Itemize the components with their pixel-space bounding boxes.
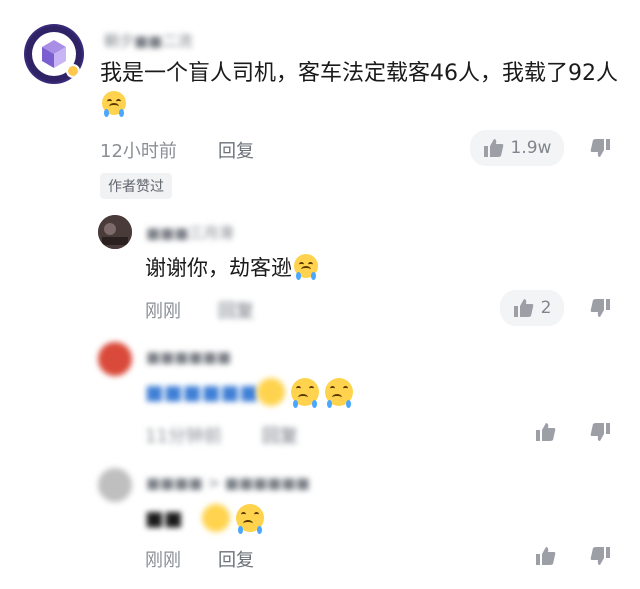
comment-body: 我是一个盲人司机，客车法定载客46人，我载了92人 <box>100 61 618 86</box>
thumbs-down-icon <box>590 423 610 441</box>
comment-body: 谢谢你，劫客逊 <box>145 256 292 280</box>
crying-emoji-icon <box>102 90 126 117</box>
timestamp: 11分钟前 <box>145 426 222 447</box>
dislike-button[interactable] <box>584 292 616 324</box>
username[interactable]: ■■■■ > ■■■■■■ <box>146 474 310 492</box>
crying-emoji-icon <box>236 504 264 534</box>
avatar[interactable] <box>98 468 132 502</box>
reply-button[interactable]: 回复 <box>218 297 254 323</box>
like-button[interactable] <box>530 540 562 572</box>
username[interactable]: 朝夕■■二流 <box>104 30 192 51</box>
like-button[interactable] <box>530 416 562 448</box>
avatar[interactable] <box>98 342 132 376</box>
comment-text: 我是一个盲人司机，客车法定载客46人，我载了92人 <box>100 58 620 122</box>
reply-button[interactable]: 回复 <box>262 422 298 448</box>
dislike-button[interactable] <box>584 416 616 448</box>
avatar-photo-icon <box>98 215 132 249</box>
comment-text: ■■ <box>145 506 183 530</box>
like-count: 2 <box>540 298 552 318</box>
like-button[interactable]: 2 <box>500 290 564 326</box>
username[interactable]: ■■■■■■ <box>146 348 231 366</box>
crying-emoji-icon <box>291 378 319 408</box>
comment-text: ■■■■■■ <box>145 380 259 404</box>
crying-emoji-icon <box>325 378 353 408</box>
reply-button[interactable]: 回复 <box>218 137 254 163</box>
emoji-group <box>255 378 353 408</box>
timestamp: 刚刚 <box>145 550 181 571</box>
thumbs-up-icon <box>536 547 556 565</box>
emoji-group <box>200 504 264 534</box>
comment-text: 谢谢你，劫客逊 <box>145 253 318 283</box>
username[interactable]: ■■■三月滑 <box>146 222 234 243</box>
timestamp: 12小时前 <box>100 141 177 162</box>
like-count: 1.9w <box>510 138 552 158</box>
avatar-cube-icon <box>26 26 82 82</box>
crying-emoji-icon <box>294 254 318 280</box>
thumbs-up-icon <box>536 423 556 441</box>
avatar[interactable] <box>24 24 84 84</box>
thumbs-up-icon <box>513 299 533 317</box>
thumbs-down-icon <box>590 139 610 157</box>
author-liked-badge: 作者赞过 <box>100 173 172 199</box>
avatar[interactable] <box>98 215 132 249</box>
timestamp: 刚刚 <box>145 301 181 322</box>
thumbs-up-icon <box>483 139 503 157</box>
emoji-icon <box>202 504 230 532</box>
thumbs-down-icon <box>590 547 610 565</box>
emoji-icon <box>257 378 285 406</box>
like-button[interactable]: 1.9w <box>470 130 564 166</box>
dislike-button[interactable] <box>584 540 616 572</box>
thumbs-down-icon <box>590 299 610 317</box>
dislike-button[interactable] <box>584 132 616 164</box>
reply-button[interactable]: 回复 <box>218 546 254 572</box>
